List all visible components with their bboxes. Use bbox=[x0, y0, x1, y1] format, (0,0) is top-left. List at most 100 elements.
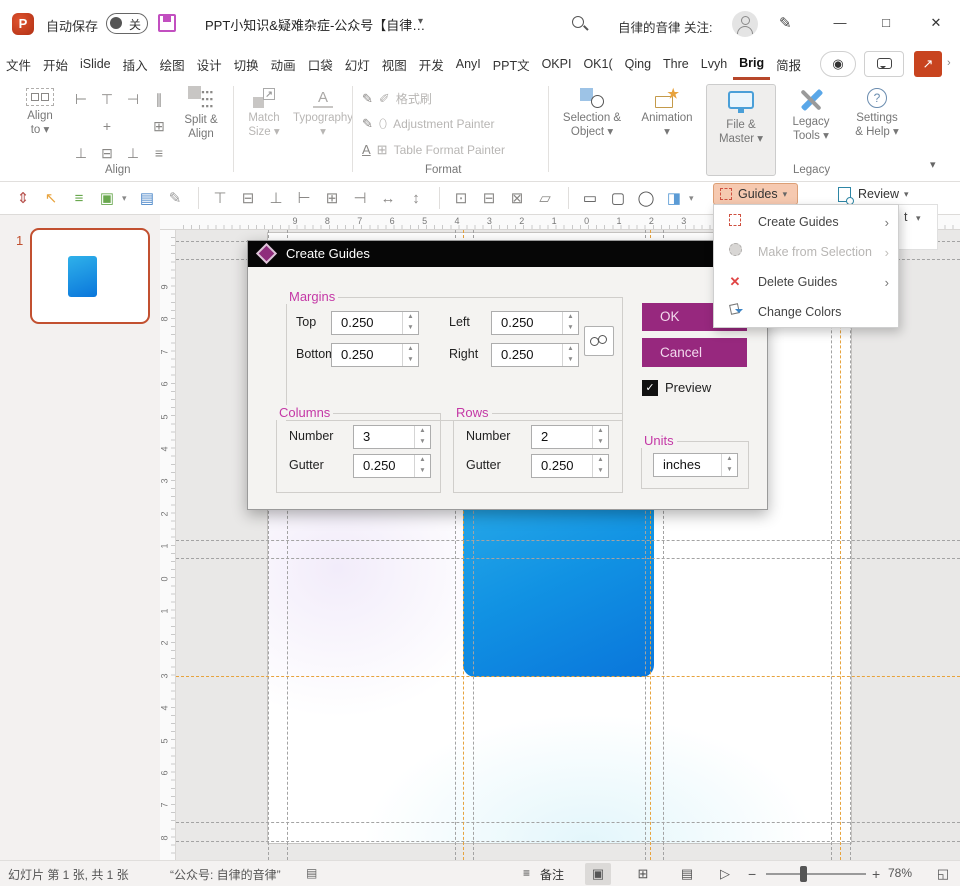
swap-height-icon[interactable]: ⇕ bbox=[10, 189, 36, 207]
layout-icon[interactable]: ▤ bbox=[134, 189, 160, 207]
align-right-icon[interactable]: ⊣ bbox=[347, 189, 373, 207]
distribute-horizontal-icon[interactable]: ↔ bbox=[375, 190, 401, 207]
tab-Lvyh[interactable]: Lvyh bbox=[695, 48, 733, 80]
distribute-vertical-icon[interactable]: ↕ bbox=[403, 190, 429, 207]
right-spinner[interactable]: ▲▼ bbox=[562, 344, 578, 366]
oval-shape-icon[interactable]: ◯ bbox=[633, 189, 659, 207]
tab-插入[interactable]: 插入 bbox=[117, 48, 154, 80]
select-object-icon[interactable]: ↖ bbox=[38, 189, 64, 207]
rows-gutter-spinner[interactable]: ▲▼ bbox=[592, 455, 608, 477]
avatar[interactable] bbox=[732, 11, 758, 37]
rows-number-spinner[interactable]: ▲▼ bbox=[592, 426, 608, 448]
tab-开发[interactable]: 开发 bbox=[413, 48, 450, 80]
guide-horizontal-gray[interactable] bbox=[176, 822, 960, 823]
tab-开始[interactable]: 开始 bbox=[37, 48, 74, 80]
zoom-level[interactable]: 78% bbox=[888, 866, 912, 880]
tab-iSlide[interactable]: iSlide bbox=[74, 48, 117, 80]
right-margin-input[interactable]: 0.250 ▲▼ bbox=[491, 343, 579, 367]
top-margin-value[interactable]: 0.250 bbox=[332, 312, 402, 334]
align-top-icon[interactable]: ⊤ bbox=[207, 189, 233, 207]
align-left-icon[interactable]: ⊢ bbox=[291, 189, 317, 207]
bottom-margin-value[interactable]: 0.250 bbox=[332, 344, 402, 366]
format-brush-icon[interactable]: ✎ bbox=[162, 189, 188, 207]
bottom-margin-input[interactable]: 0.250 ▲▼ bbox=[331, 343, 419, 367]
document-title[interactable]: PPT小知识&疑难杂症-公众号【自律… bbox=[205, 15, 425, 34]
collapse-ribbon-caret[interactable]: ▾ bbox=[930, 158, 936, 171]
tab-绘图[interactable]: 绘图 bbox=[154, 48, 191, 80]
menu-item-delete-guides[interactable]: ✕ Delete Guides › bbox=[715, 267, 897, 297]
align-bottom-icon[interactable]: ⊥ bbox=[263, 189, 289, 207]
tab-OKPI[interactable]: OKPI bbox=[536, 48, 578, 80]
top-margin-input[interactable]: 0.250 ▲▼ bbox=[331, 311, 419, 335]
tab-PPT文[interactable]: PPT文 bbox=[487, 48, 536, 80]
columns-number-value[interactable]: 3 bbox=[354, 426, 414, 448]
title-caret-icon[interactable]: ▾ bbox=[418, 16, 423, 27]
animation-button[interactable]: ★ Animation ▾ bbox=[634, 88, 700, 140]
guides-button[interactable]: Guides ▾ bbox=[713, 183, 798, 205]
guide-horizontal-gray[interactable] bbox=[176, 841, 960, 842]
slideshow-button[interactable]: ▷ bbox=[712, 863, 738, 885]
align-bottom-icon[interactable]: ⊥ bbox=[68, 140, 94, 167]
columns-gutter-spinner[interactable]: ▲▼ bbox=[414, 455, 430, 477]
close-button[interactable]: ✕ bbox=[926, 13, 946, 33]
crop-caret[interactable]: ▾ bbox=[122, 193, 134, 204]
zoom-out-button[interactable]: − bbox=[748, 866, 756, 882]
settings-help-button[interactable]: ? Settings & Help ▾ bbox=[846, 88, 908, 140]
save-icon[interactable] bbox=[158, 14, 176, 32]
match-size-button[interactable]: ↗ Match Size ▾ bbox=[238, 88, 290, 140]
dialog-title-bar[interactable]: Create Guides bbox=[248, 241, 767, 267]
typography-button[interactable]: A Typography ▾ bbox=[290, 88, 356, 140]
link-margins-button[interactable] bbox=[584, 326, 614, 356]
units-spinner[interactable]: ▲▼ bbox=[721, 454, 737, 476]
menu-item-change-colors[interactable]: Change Colors bbox=[715, 297, 897, 327]
bring-to-front-icon[interactable]: ⊠ bbox=[504, 189, 530, 207]
record-button[interactable]: ◉ bbox=[820, 51, 856, 77]
legacy-tools-button[interactable]: Legacy Tools ▾ bbox=[782, 88, 840, 144]
smart-align-icon[interactable]: ≡ bbox=[66, 190, 92, 207]
guide-horizontal-gray[interactable] bbox=[176, 540, 960, 541]
fit-to-window-button[interactable]: ◱ bbox=[930, 863, 956, 885]
columns-gutter-value[interactable]: 0.250 bbox=[354, 455, 414, 477]
rows-gutter-value[interactable]: 0.250 bbox=[532, 455, 592, 477]
align-left-icon[interactable]: ⊢ bbox=[68, 86, 94, 113]
top-spinner[interactable]: ▲▼ bbox=[402, 312, 418, 334]
units-value[interactable]: inches bbox=[654, 454, 721, 476]
pen-icon[interactable]: ✎ bbox=[779, 14, 792, 32]
search-icon[interactable] bbox=[572, 16, 584, 28]
columns-number-input[interactable]: 3 ▲▼ bbox=[353, 425, 431, 449]
share-button[interactable]: ↗ bbox=[914, 51, 942, 77]
tab-切换[interactable]: 切换 bbox=[228, 48, 265, 80]
tab-视图[interactable]: 视图 bbox=[376, 48, 413, 80]
grid-arrange-icon[interactable]: ⊞ bbox=[146, 113, 172, 140]
adjustment-painter-row[interactable]: ✎⬯Adjustment Painter bbox=[362, 116, 494, 132]
align-middle-icon[interactable]: ⊟ bbox=[94, 140, 120, 167]
file-master-button[interactable]: File & Master ▾ bbox=[706, 84, 776, 176]
tab-简报[interactable]: 简报 bbox=[770, 48, 807, 80]
left-margin-input[interactable]: 0.250 ▲▼ bbox=[491, 311, 579, 335]
guide-horizontal-gray[interactable] bbox=[176, 558, 960, 559]
table-format-painter-row[interactable]: A⊞Table Format Painter bbox=[362, 142, 505, 158]
autosave-toggle[interactable]: 关 bbox=[106, 13, 148, 34]
format-painter-row[interactable]: ✎✐格式刷 bbox=[362, 90, 432, 107]
rectangle-shape-icon[interactable]: ▭ bbox=[577, 189, 603, 207]
reading-view-button[interactable]: ▤ bbox=[674, 863, 700, 885]
more-ribbon-arrow[interactable]: › bbox=[947, 57, 951, 69]
account-text[interactable]: 自律的音律 关注: bbox=[618, 17, 712, 36]
rows-number-value[interactable]: 2 bbox=[532, 426, 592, 448]
notes-button[interactable]: 备注 bbox=[540, 866, 564, 883]
right-margin-value[interactable]: 0.250 bbox=[492, 344, 562, 366]
slide-sorter-view-button[interactable]: ⊞ bbox=[630, 863, 656, 885]
cancel-button[interactable]: Cancel bbox=[642, 338, 747, 367]
zoom-in-button[interactable]: + bbox=[872, 866, 880, 882]
bring-forward-icon[interactable]: ⊡ bbox=[448, 189, 474, 207]
left-margin-value[interactable]: 0.250 bbox=[492, 312, 562, 334]
distribute-horizontal-icon[interactable]: ∥ bbox=[146, 86, 172, 113]
merge-shapes-icon[interactable]: ◨ bbox=[661, 189, 687, 207]
send-backward-icon[interactable]: ⊟ bbox=[476, 189, 502, 207]
proofing-book-icon[interactable]: ▤ bbox=[306, 866, 317, 880]
align-top-icon[interactable]: ⊤ bbox=[94, 86, 120, 113]
center-on-slide-icon[interactable]: + bbox=[94, 113, 120, 140]
units-select[interactable]: inches ▲▼ bbox=[653, 453, 738, 477]
bottom-spinner[interactable]: ▲▼ bbox=[402, 344, 418, 366]
guide-horizontal-orange[interactable] bbox=[176, 676, 960, 677]
